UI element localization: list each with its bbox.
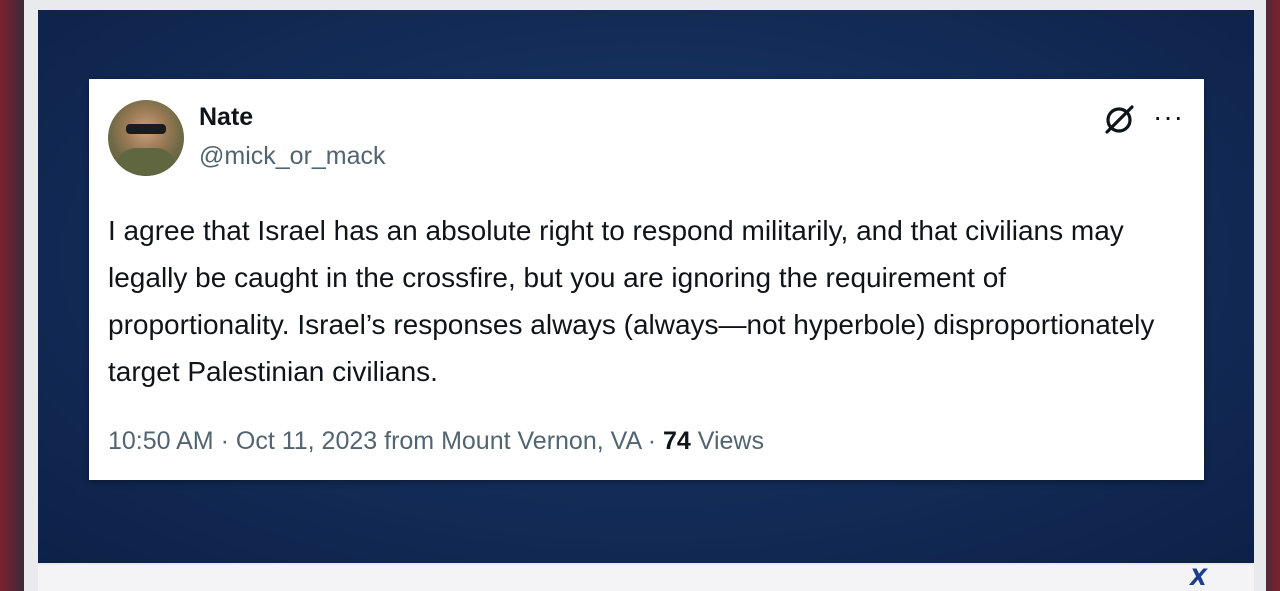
bottom-bar [38, 565, 1254, 591]
author-handle[interactable]: @mick_or_mack [199, 142, 386, 171]
grok-icon[interactable] [1101, 102, 1137, 138]
author-name[interactable]: Nate [199, 103, 253, 132]
separator: · [647, 427, 657, 455]
tweet-date[interactable]: Oct 11, 2023 [236, 427, 377, 455]
views-label: Views [697, 427, 764, 455]
tweet-text: I agree that Israel has an absolute righ… [108, 215, 1155, 387]
tweet-time[interactable]: 10:50 AM [108, 427, 214, 455]
tweet-card: Nate @mick_or_mack ··· I agree that Isra… [89, 79, 1204, 480]
views-count: 74 [662, 427, 691, 455]
separator: · [220, 427, 229, 455]
avatar[interactable] [108, 100, 184, 176]
tweet-metadata: 10:50 AM · Oct 11, 2023 from Mount Verno… [108, 427, 764, 456]
more-icon[interactable]: ··· [1153, 101, 1184, 133]
x-logo: X [1190, 566, 1207, 591]
tweet-location: from Mount Vernon, VA [384, 427, 641, 455]
